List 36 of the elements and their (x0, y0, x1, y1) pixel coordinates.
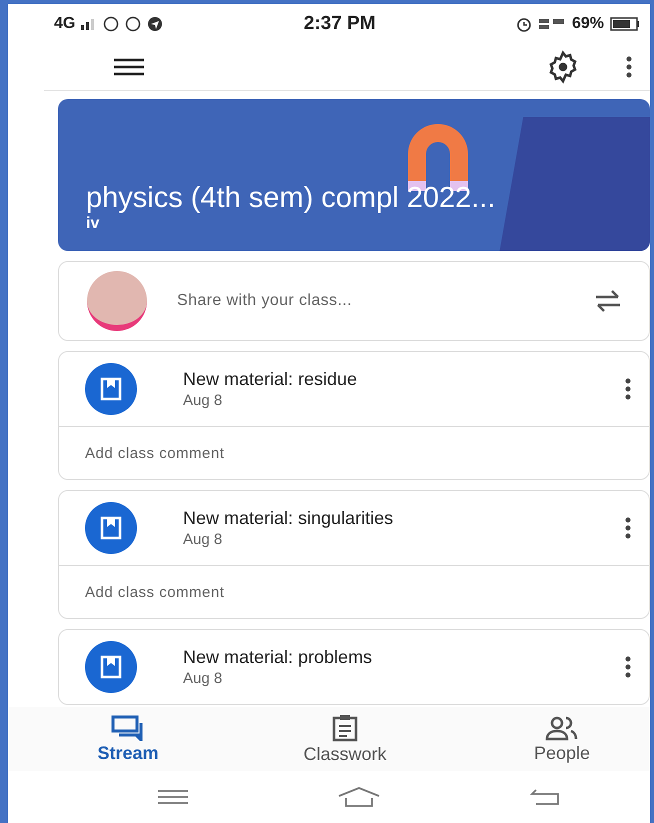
lte-icon (538, 17, 566, 31)
material-icon (85, 502, 137, 554)
recents-icon[interactable] (158, 789, 188, 805)
class-section: iv (86, 215, 650, 233)
post-title[interactable]: New material: residue (183, 369, 625, 390)
more-icon[interactable] (625, 378, 631, 400)
back-icon[interactable] (530, 788, 560, 806)
battery-percent: 69% (572, 15, 604, 33)
clock-time: 2:37 PM (304, 13, 376, 35)
class-title: physics (4th sem) compl 2022... (86, 182, 496, 215)
post-date: Aug 8 (183, 670, 224, 687)
battery-icon (610, 17, 640, 31)
repost-icon[interactable] (593, 288, 623, 314)
tab[interactable]: Stream (68, 707, 188, 771)
network-label: 4G (54, 15, 76, 33)
comment-field[interactable]: Add class comment (59, 565, 649, 618)
comment-field[interactable]: Add class comment (59, 426, 649, 479)
post-date: Aug 8 (183, 531, 224, 548)
home-icon[interactable] (338, 786, 380, 808)
material-icon (85, 641, 137, 693)
menu-icon[interactable] (114, 58, 144, 76)
tab[interactable]: People (502, 707, 622, 771)
post-title[interactable]: New material: problems (183, 647, 625, 668)
tab[interactable]: Classwork (285, 707, 405, 771)
more-icon[interactable] (625, 656, 631, 678)
more-icon[interactable] (625, 517, 631, 539)
post-title[interactable]: New material: singularities (183, 508, 625, 529)
alarm-icon (516, 16, 532, 32)
send-icon (147, 16, 164, 32)
material-icon (85, 363, 137, 415)
clipboard-icon (332, 714, 358, 742)
class-banner[interactable]: physics (4th sem) compl 2022... iv (58, 99, 650, 251)
more-icon[interactable] (626, 56, 632, 78)
people-icon (545, 714, 579, 740)
share-field[interactable]: Share with your class... (177, 292, 563, 310)
post-date: Aug 8 (183, 392, 224, 409)
